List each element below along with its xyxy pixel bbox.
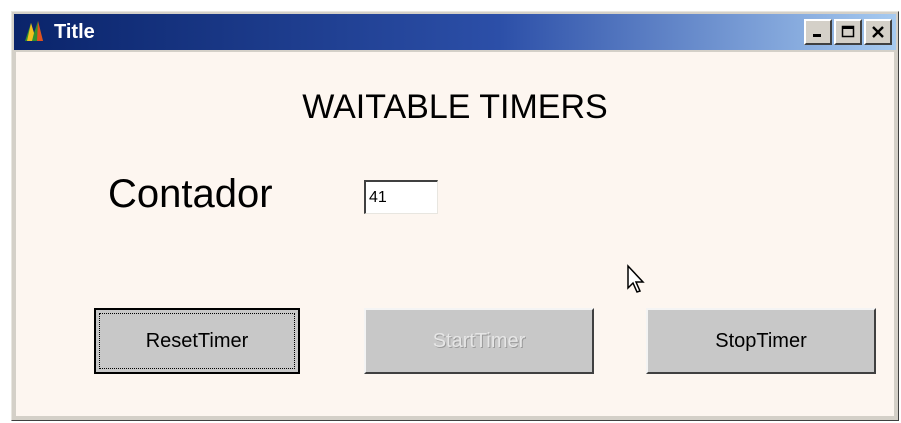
window-title: Title — [54, 20, 95, 43]
page-title: WAITABLE TIMERS — [302, 88, 608, 126]
minimize-icon — [813, 34, 821, 37]
close-icon — [872, 26, 884, 38]
app-icon[interactable] — [20, 18, 48, 46]
caption-buttons — [804, 19, 892, 45]
start-timer-button[interactable]: StartTimer — [364, 308, 594, 374]
minimize-button[interactable] — [804, 19, 832, 45]
reset-timer-button[interactable]: ResetTimer — [94, 308, 300, 374]
stop-timer-button[interactable]: StopTimer — [646, 308, 876, 374]
client-area: WAITABLE TIMERS Contador ResetTimer Star… — [16, 52, 894, 416]
counter-field[interactable] — [364, 180, 438, 214]
app-window: Title WAITABLE TIMERS Contador 41 ResetT… — [11, 11, 899, 421]
maximize-button[interactable] — [834, 19, 862, 45]
title-bar[interactable]: Title — [14, 14, 896, 50]
focus-rectangle — [99, 313, 295, 369]
stop-timer-label: StopTimer — [715, 329, 807, 352]
maximize-icon — [841, 25, 855, 38]
start-timer-label: StartTimer — [432, 329, 526, 352]
counter-label: Contador — [108, 172, 273, 216]
mouse-pointer-icon — [626, 264, 646, 299]
close-button[interactable] — [864, 19, 892, 45]
